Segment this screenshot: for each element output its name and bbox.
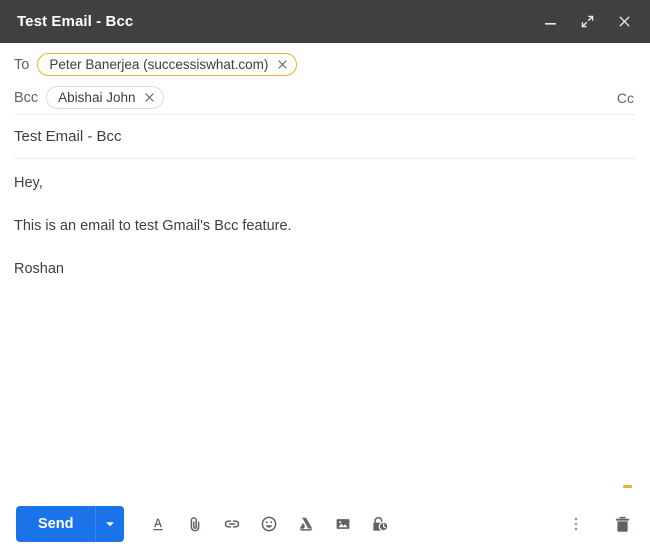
bcc-recipient-chip[interactable]: Abishai John [46,86,165,109]
send-options-caret-icon[interactable] [95,506,124,542]
compose-toolbar: Send [0,493,650,555]
body-line: Roshan [14,261,64,277]
subject-row[interactable]: Test Email - Bcc [0,115,650,158]
bcc-recipient-name: Abishai John [58,90,136,105]
insert-emoji-icon[interactable] [255,510,283,538]
compose-titlebar[interactable]: Test Email - Bcc [0,0,650,43]
attach-file-icon[interactable] [181,510,209,538]
remove-recipient-icon[interactable] [142,91,156,105]
to-recipient-chip[interactable]: Peter Banerjea (successiswhat.com) [37,53,298,76]
body-line: Hey, [14,175,43,191]
formatting-options-icon[interactable] [144,510,172,538]
discard-draft-icon[interactable] [608,510,636,538]
insert-link-icon[interactable] [218,510,246,538]
expand-icon[interactable] [575,10,599,34]
compose-title: Test Email - Bcc [17,13,134,30]
titlebar-actions [538,10,636,34]
bcc-label: Bcc [14,89,39,106]
minimize-icon[interactable] [538,10,562,34]
body-line: This is an email to test Gmail's Bcc fea… [14,218,292,234]
subject-input[interactable]: Test Email - Bcc [14,127,636,147]
more-options-icon[interactable] [562,510,590,538]
send-button[interactable]: Send [16,506,95,542]
message-body[interactable]: Hey, This is an email to test Gmail's Bc… [0,159,650,494]
confidential-mode-icon[interactable] [366,510,394,538]
to-label: To [14,56,30,73]
to-recipient-name: Peter Banerjea (successiswhat.com) [49,57,269,72]
recipient-fields: To Peter Banerjea (successiswhat.com) Bc… [0,43,650,114]
insert-photo-icon[interactable] [329,510,357,538]
send-button-group[interactable]: Send [16,506,125,542]
insert-drive-icon[interactable] [292,510,320,538]
bcc-field-row[interactable]: Bcc Abishai John Cc [14,81,636,114]
toolbar-right-actions [562,510,636,538]
formatting-tools [144,510,394,538]
remove-recipient-icon[interactable] [275,58,289,72]
cc-toggle-link[interactable]: Cc [617,90,634,106]
compose-window: Test Email - Bcc To Peter Banerjea (succ… [0,0,650,555]
resize-indicator [623,485,632,488]
close-icon[interactable] [612,10,636,34]
to-field-row[interactable]: To Peter Banerjea (successiswhat.com) [14,43,636,81]
